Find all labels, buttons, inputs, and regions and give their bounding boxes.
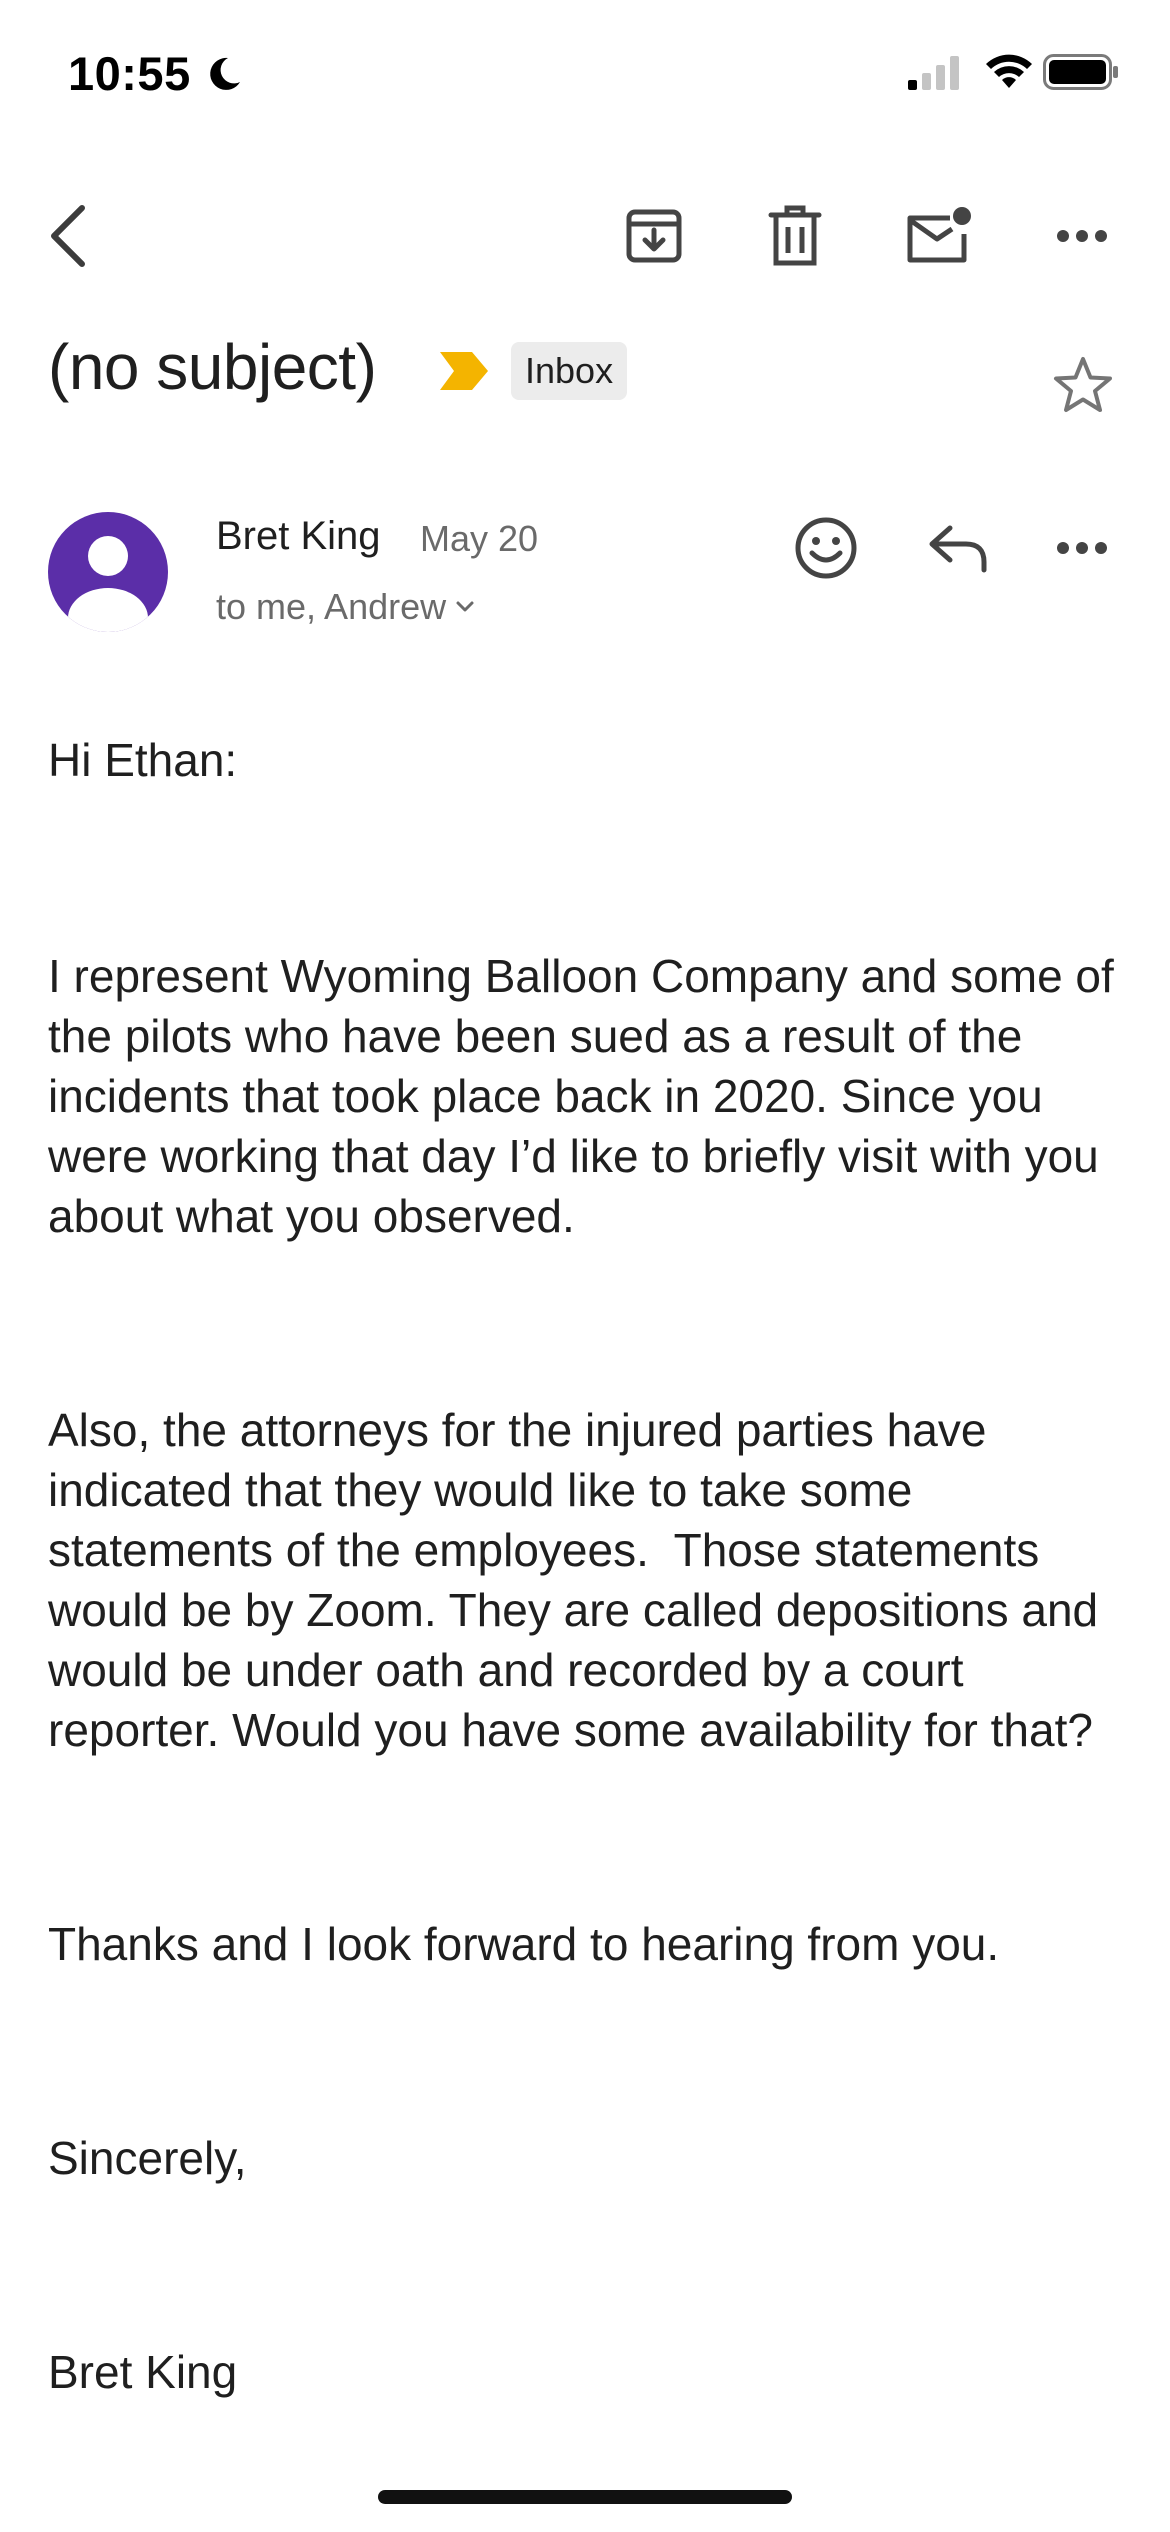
email-subject: (no subject) bbox=[48, 331, 377, 403]
mark-unread-icon bbox=[907, 207, 971, 263]
moon-icon bbox=[204, 54, 244, 99]
battery-icon bbox=[1043, 54, 1119, 95]
avatar[interactable] bbox=[48, 512, 168, 632]
back-arrow-icon bbox=[51, 205, 85, 267]
delete-button[interactable] bbox=[755, 196, 835, 276]
delete-icon bbox=[768, 205, 822, 266]
closing: Sincerely, bbox=[48, 2132, 247, 2184]
recipients-text: to me, Andrew bbox=[216, 586, 447, 627]
cellular-signal-icon bbox=[908, 56, 964, 95]
archive-icon bbox=[626, 209, 682, 263]
body-paragraph-3: Thanks and I look forward to hearing fro… bbox=[48, 1918, 1000, 1970]
message-more-button[interactable] bbox=[1042, 508, 1122, 588]
signature: Bret King bbox=[48, 2346, 238, 2398]
more-options-button[interactable] bbox=[1042, 196, 1122, 276]
email-body: Hi Ethan: I represent Wyoming Balloon Co… bbox=[48, 730, 1138, 2402]
chevron-down-icon bbox=[456, 601, 474, 612]
reply-button[interactable] bbox=[918, 508, 998, 588]
home-indicator[interactable] bbox=[378, 2490, 792, 2504]
emoji-icon bbox=[795, 517, 857, 579]
sent-date: May 20 bbox=[420, 518, 539, 559]
add-reaction-button[interactable] bbox=[786, 508, 866, 588]
body-paragraph-1: I represent Wyoming Balloon Company and … bbox=[48, 950, 1127, 1242]
recipients-toggle[interactable]: to me, Andrew bbox=[216, 586, 476, 628]
importance-marker-icon[interactable] bbox=[438, 350, 490, 397]
more-icon bbox=[1057, 230, 1107, 242]
sender-name[interactable]: Bret King bbox=[216, 514, 381, 559]
archive-button[interactable] bbox=[614, 196, 694, 276]
reply-icon bbox=[929, 525, 987, 573]
greeting: Hi Ethan: bbox=[48, 734, 238, 786]
mark-unread-button[interactable] bbox=[898, 196, 978, 276]
star-icon[interactable] bbox=[1052, 355, 1114, 420]
status-time: 10:55 bbox=[68, 47, 191, 100]
wifi-icon bbox=[984, 52, 1034, 95]
body-paragraph-2: Also, the attorneys for the injured part… bbox=[48, 1404, 1111, 1756]
person-icon bbox=[68, 536, 148, 632]
inbox-label-chip[interactable]: Inbox bbox=[511, 342, 628, 400]
back-button[interactable] bbox=[28, 196, 108, 276]
more-icon bbox=[1057, 542, 1107, 554]
